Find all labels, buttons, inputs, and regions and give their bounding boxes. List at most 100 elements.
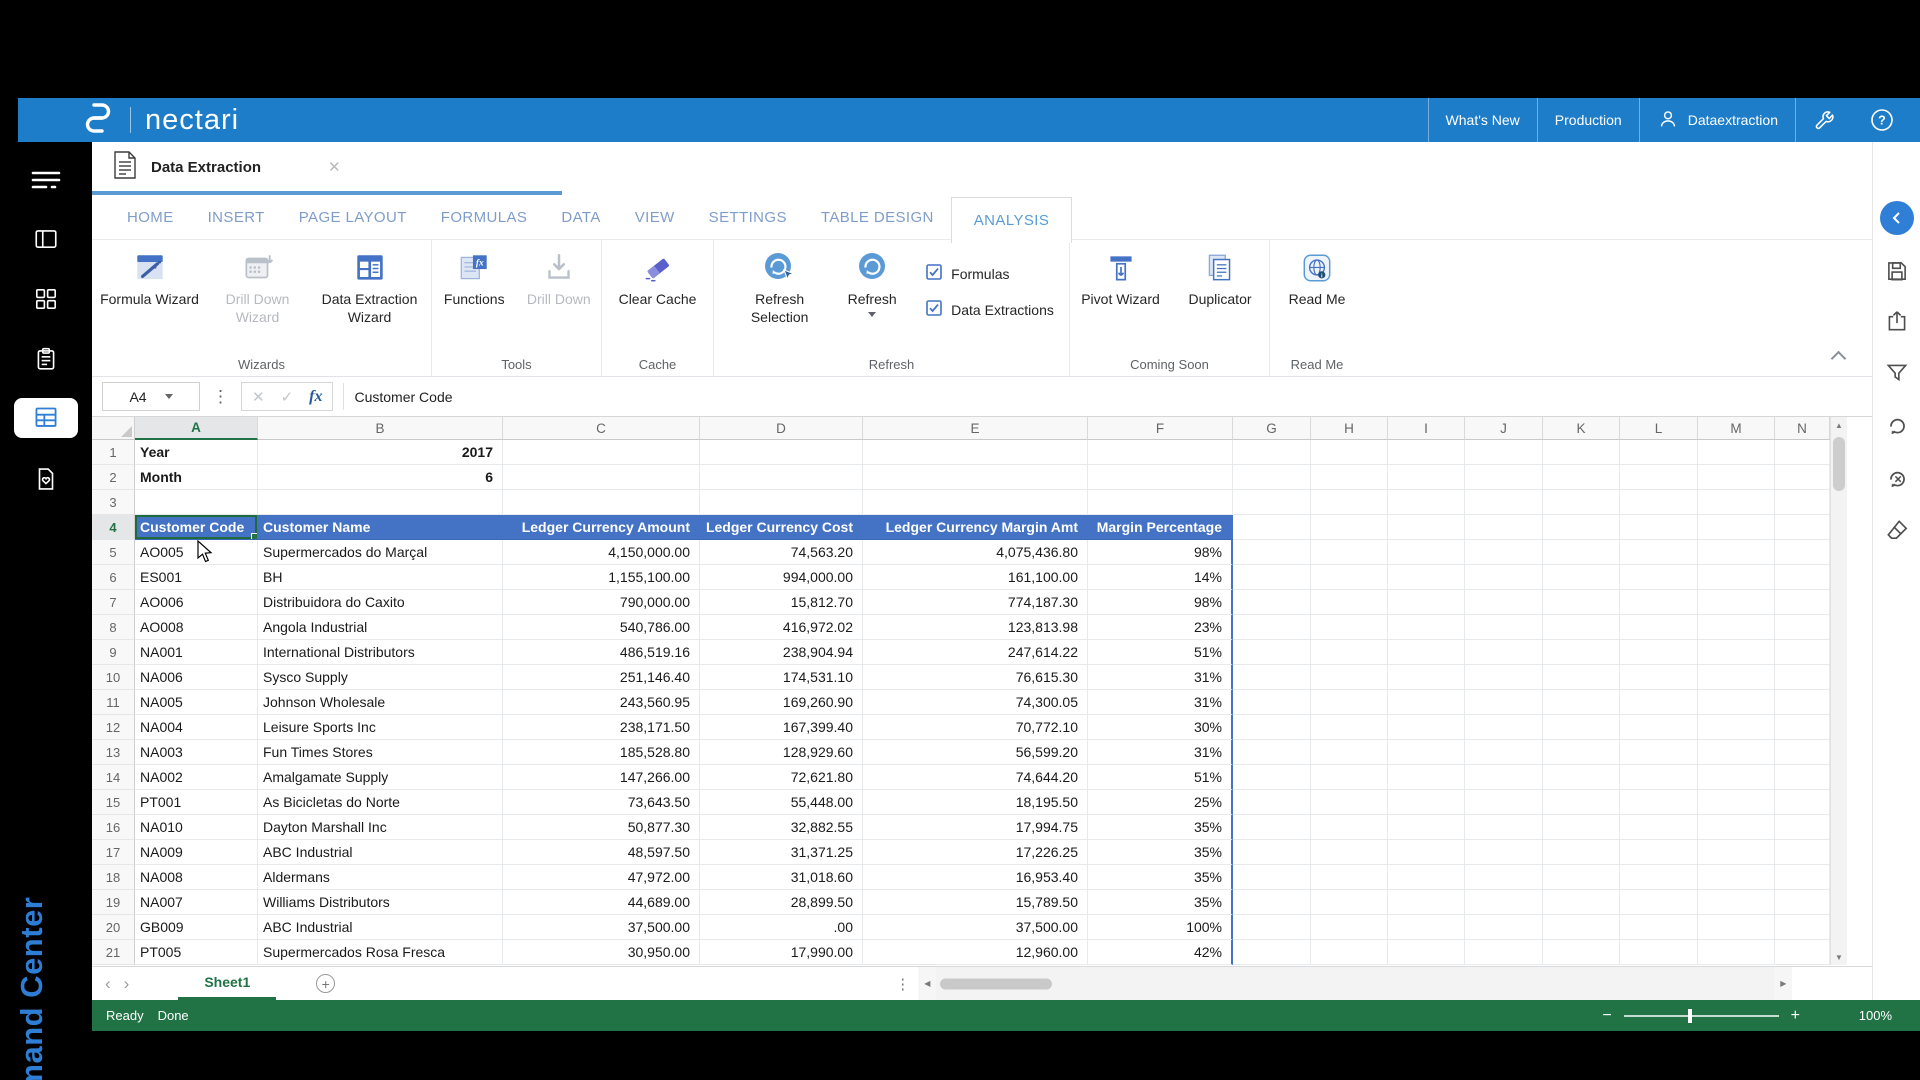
drill-down-wizard-button[interactable]: Drill Down Wizard: [206, 249, 310, 326]
formula-bar-menu-icon[interactable]: ⋮: [212, 387, 229, 407]
cell-B18[interactable]: Aldermans: [258, 865, 503, 890]
cell-H20[interactable]: [1311, 915, 1388, 940]
cell-J14[interactable]: [1465, 765, 1543, 790]
cell-I8[interactable]: [1388, 615, 1465, 640]
cell-F18[interactable]: 35%: [1088, 865, 1233, 890]
cell-K17[interactable]: [1543, 840, 1620, 865]
cell-E9[interactable]: 247,614.22: [863, 640, 1088, 665]
cell-F6[interactable]: 14%: [1088, 565, 1233, 590]
cell-K15[interactable]: [1543, 790, 1620, 815]
cell-D5[interactable]: 74,563.20: [700, 540, 863, 565]
cell-I16[interactable]: [1388, 815, 1465, 840]
cell-K2[interactable]: [1543, 465, 1620, 490]
cell-B10[interactable]: Sysco Supply: [258, 665, 503, 690]
cell-A7[interactable]: AO006: [135, 590, 258, 615]
cell-N7[interactable]: [1775, 590, 1830, 615]
refresh-dropdown-caret[interactable]: [868, 312, 876, 317]
cell-C20[interactable]: 37,500.00: [503, 915, 700, 940]
cell-E8[interactable]: 123,813.98: [863, 615, 1088, 640]
cell-M3[interactable]: [1698, 490, 1775, 515]
cell-J19[interactable]: [1465, 890, 1543, 915]
cell-I5[interactable]: [1388, 540, 1465, 565]
cell-H11[interactable]: [1311, 690, 1388, 715]
collapse-ribbon-icon[interactable]: [1831, 351, 1847, 367]
pivot-wizard-button[interactable]: Pivot Wizard: [1073, 249, 1168, 308]
cell-A10[interactable]: NA006: [135, 665, 258, 690]
cell-N15[interactable]: [1775, 790, 1830, 815]
cell-G13[interactable]: [1233, 740, 1311, 765]
cell-A8[interactable]: AO008: [135, 615, 258, 640]
cell-A4[interactable]: Customer Code: [135, 515, 258, 540]
cell-B6[interactable]: BH: [258, 565, 503, 590]
formulas-checkbox[interactable]: Formulas: [926, 264, 1054, 283]
cell-F16[interactable]: 35%: [1088, 815, 1233, 840]
blocks-icon[interactable]: [33, 286, 59, 317]
cell-B9[interactable]: International Distributors: [258, 640, 503, 665]
tab-data[interactable]: DATA: [544, 196, 617, 240]
cell-N8[interactable]: [1775, 615, 1830, 640]
cell-G20[interactable]: [1233, 915, 1311, 940]
cell-J7[interactable]: [1465, 590, 1543, 615]
select-all-corner[interactable]: [92, 417, 135, 440]
cell-I4[interactable]: [1388, 515, 1465, 540]
cell-I13[interactable]: [1388, 740, 1465, 765]
cell-M11[interactable]: [1698, 690, 1775, 715]
cell-A3[interactable]: [135, 490, 258, 515]
cell-L21[interactable]: [1620, 940, 1698, 965]
cell-C7[interactable]: 790,000.00: [503, 590, 700, 615]
cell-M4[interactable]: [1698, 515, 1775, 540]
cell-E21[interactable]: 12,960.00: [863, 940, 1088, 965]
cell-G10[interactable]: [1233, 665, 1311, 690]
cell-G9[interactable]: [1233, 640, 1311, 665]
cell-A1[interactable]: Year: [135, 440, 258, 465]
cell-E20[interactable]: 37,500.00: [863, 915, 1088, 940]
cell-A11[interactable]: NA005: [135, 690, 258, 715]
cell-D10[interactable]: 174,531.10: [700, 665, 863, 690]
tab-analysis[interactable]: ANALYSIS: [951, 197, 1072, 243]
tab-formulas[interactable]: FORMULAS: [424, 196, 545, 240]
cell-N14[interactable]: [1775, 765, 1830, 790]
cell-K21[interactable]: [1543, 940, 1620, 965]
cell-K19[interactable]: [1543, 890, 1620, 915]
cell-A5[interactable]: AO005: [135, 540, 258, 565]
cell-K18[interactable]: [1543, 865, 1620, 890]
cell-A20[interactable]: GB009: [135, 915, 258, 940]
tab-page-layout[interactable]: PAGE LAYOUT: [282, 196, 424, 240]
cell-J4[interactable]: [1465, 515, 1543, 540]
cell-N6[interactable]: [1775, 565, 1830, 590]
cell-A17[interactable]: NA009: [135, 840, 258, 865]
worksheet-icon[interactable]: [33, 404, 60, 436]
cell-K7[interactable]: [1543, 590, 1620, 615]
cell-L13[interactable]: [1620, 740, 1698, 765]
cell-G12[interactable]: [1233, 715, 1311, 740]
cell-F10[interactable]: 31%: [1088, 665, 1233, 690]
cell-B15[interactable]: As Bicicletas do Norte: [258, 790, 503, 815]
cell-L2[interactable]: [1620, 465, 1698, 490]
column-header-E[interactable]: E: [863, 417, 1088, 440]
cell-M17[interactable]: [1698, 840, 1775, 865]
row-header-11[interactable]: 11: [92, 690, 135, 715]
cell-M9[interactable]: [1698, 640, 1775, 665]
cell-K12[interactable]: [1543, 715, 1620, 740]
clear-cache-button[interactable]: Clear Cache: [608, 249, 708, 308]
cell-C2[interactable]: [503, 465, 700, 490]
cell-M2[interactable]: [1698, 465, 1775, 490]
cell-E18[interactable]: 16,953.40: [863, 865, 1088, 890]
cell-I11[interactable]: [1388, 690, 1465, 715]
cell-I18[interactable]: [1388, 865, 1465, 890]
row-header-9[interactable]: 9: [92, 640, 135, 665]
cell-F9[interactable]: 51%: [1088, 640, 1233, 665]
cell-K10[interactable]: [1543, 665, 1620, 690]
cell-J5[interactable]: [1465, 540, 1543, 565]
cell-N19[interactable]: [1775, 890, 1830, 915]
cell-K16[interactable]: [1543, 815, 1620, 840]
cell-D13[interactable]: 128,929.60: [700, 740, 863, 765]
cell-K4[interactable]: [1543, 515, 1620, 540]
cell-J1[interactable]: [1465, 440, 1543, 465]
row-header-3[interactable]: 3: [92, 490, 135, 515]
cell-B4[interactable]: Customer Name: [258, 515, 503, 540]
cell-E6[interactable]: 161,100.00: [863, 565, 1088, 590]
cell-K20[interactable]: [1543, 915, 1620, 940]
cell-D4[interactable]: Ledger Currency Cost: [700, 515, 863, 540]
cell-C5[interactable]: 4,150,000.00: [503, 540, 700, 565]
